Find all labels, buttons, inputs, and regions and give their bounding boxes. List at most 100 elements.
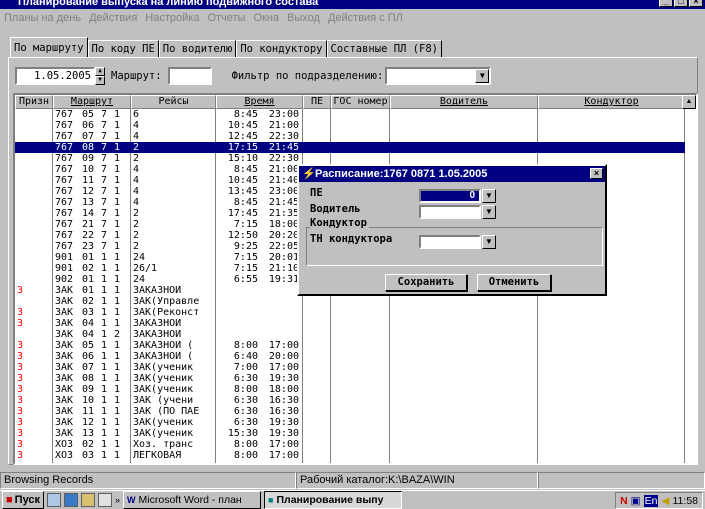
cell-t1 (218, 318, 258, 329)
minimize-button[interactable]: _ (659, 0, 673, 7)
cell-trip: ЗАК(ученик (133, 428, 194, 439)
browser-icon[interactable] (64, 493, 79, 507)
menu-pl-actions[interactable]: Действия с ПЛ (328, 9, 403, 27)
date-spinner[interactable]: ▲ ▼ (95, 67, 105, 85)
table-row[interactable]: З ХОЗ 03 1 1 ЛЕГКОВАЯ 8:00 17:00 (15, 450, 685, 461)
pe-dropdown-icon[interactable]: ▼ (482, 189, 496, 203)
menu-actions[interactable]: Действия (89, 9, 137, 27)
cell-r1: 767 (55, 219, 74, 230)
language-indicator[interactable]: En (643, 494, 659, 507)
tab-by-route[interactable]: По маршруту (10, 37, 88, 58)
col-time[interactable]: Время (216, 95, 303, 109)
driver-dropdown-icon[interactable]: ▼ (482, 205, 496, 219)
cancel-button[interactable]: Отменить (477, 274, 551, 291)
mail-icon[interactable] (81, 493, 96, 507)
cell-trip: 24 (133, 252, 146, 263)
close-button[interactable]: × (689, 0, 703, 7)
table-row[interactable]: 767 07 7 1 4 12:45 22:30 (15, 131, 685, 142)
cell-t2 (261, 318, 299, 329)
task-planning[interactable]: ■ Планирование выпу (264, 491, 403, 509)
cell-trip: 4 (133, 175, 140, 186)
cell-r1: 902 (55, 274, 74, 285)
table-row[interactable]: З ЗАК 06 1 1 ЗАКАЗНОЙ (6:40 20:00 (15, 351, 685, 362)
table-row[interactable]: З ЗАК 04 1 1 ЗАКАЗНОЙ (15, 318, 685, 329)
cell-r3: 7 (101, 175, 108, 186)
cell-r2: 06 (82, 351, 95, 362)
tab-composite-pl[interactable]: Составные ПЛ (F8) (326, 40, 442, 58)
cell-r3: 1 (101, 318, 108, 329)
menu-windows[interactable]: Окна (253, 9, 279, 27)
network-icon[interactable]: ▣ (631, 495, 641, 507)
col-driver[interactable]: Водитель (390, 95, 538, 109)
table-row[interactable]: 767 08 7 1 2 17:15 21:45 (15, 142, 685, 153)
desktop-icon[interactable] (47, 493, 62, 507)
antivirus-icon[interactable]: N (620, 495, 628, 507)
table-row[interactable]: З ЗАК 11 1 1 ЗАК (ПО ПАЕ 6:30 16:30 (15, 406, 685, 417)
cell-t1: 13:45 (227, 186, 258, 197)
table-row[interactable]: З ЗАК 13 1 1 ЗАК(ученик 15:30 19:30 (15, 428, 685, 439)
table-row[interactable]: З ЗАК 03 1 1 ЗАК(Реконст (15, 307, 685, 318)
table-row[interactable]: З ЗАК 10 1 1 ЗАК (учени 6:30 16:30 (15, 395, 685, 406)
cell-p (17, 120, 51, 131)
menu-plans[interactable]: Планы на день (4, 9, 81, 27)
more-icon[interactable]: » (115, 495, 120, 505)
cell-t2: 18:00 (268, 219, 299, 230)
window-icon[interactable] (98, 493, 113, 507)
table-row[interactable]: З ЗАК 05 1 1 ЗАКАЗНОЙ (8:00 17:00 (15, 340, 685, 351)
tn-dropdown-icon[interactable]: ▼ (482, 235, 496, 249)
start-button[interactable]: ■ Пуск (2, 491, 45, 509)
cell-t1: 7:15 (233, 252, 258, 263)
cell-r1: ЗАК (55, 384, 74, 395)
maximize-button[interactable]: □ (674, 0, 688, 7)
date-input[interactable]: 1.05.2005 (15, 67, 95, 85)
col-trips[interactable]: Рейсы (131, 95, 216, 109)
col-pe[interactable]: ПЕ (303, 95, 331, 109)
table-row[interactable]: ЗАК 02 1 1 ЗАК(Управле (15, 296, 685, 307)
tab-by-pe-code[interactable]: По коду ПЕ (87, 40, 159, 58)
cell-r2: 01 (82, 274, 95, 285)
cell-r2: 11 (82, 406, 95, 417)
pe-input[interactable]: 0 (419, 189, 481, 203)
table-row[interactable]: З ЗАК 09 1 1 ЗАК(ученик 8:00 18:00 (15, 384, 685, 395)
table-row[interactable]: 767 05 7 1 6 8:45 23:00 (15, 109, 685, 120)
cell-r2: 12 (82, 417, 95, 428)
menu-exit[interactable]: Выход (287, 9, 320, 27)
table-row[interactable]: ЗАК 04 1 2 ЗАКАЗНОЙ (15, 329, 685, 340)
grid-header: Призн Маршрут Рейсы Время ПЕ ГОС номер В… (15, 95, 696, 109)
menu-settings[interactable]: Настройка (145, 9, 199, 27)
cell-r3: 1 (101, 274, 108, 285)
tn-conductor-input[interactable] (419, 235, 481, 249)
table-row[interactable]: 767 06 7 1 4 10:45 21:00 (15, 120, 685, 131)
cell-trip: ЛЕГКОВАЯ (133, 450, 182, 461)
cell-trip: 4 (133, 164, 140, 175)
col-conductor[interactable]: Кондуктор (538, 95, 685, 109)
driver-input[interactable] (419, 205, 481, 219)
cell-r2: 23 (82, 241, 95, 252)
cell-t2: 16:30 (268, 395, 299, 406)
spin-up-icon[interactable]: ▲ (95, 67, 105, 76)
task-word[interactable]: W Microsoft Word - план (123, 491, 262, 509)
col-priznak[interactable]: Призн (15, 95, 53, 109)
table-row[interactable]: З ЗАК 07 1 1 ЗАК(ученик 7:00 17:00 (15, 362, 685, 373)
col-gos-number[interactable]: ГОС номер (331, 95, 390, 109)
scroll-up-icon[interactable]: ▲ (682, 95, 696, 109)
chevron-down-icon[interactable]: ▼ (475, 69, 490, 83)
table-row[interactable]: 767 09 7 1 2 15:10 22:30 (15, 153, 685, 164)
cell-r3: 1 (101, 307, 108, 318)
route-input[interactable] (167, 67, 212, 85)
dialog-close-button[interactable]: × (590, 168, 603, 179)
cell-t2: 17:00 (268, 340, 299, 351)
table-row[interactable]: З ХОЗ 02 1 1 Хоз. транс 8:00 17:00 (15, 439, 685, 450)
volume-icon[interactable]: ◀ (661, 495, 669, 507)
cell-r2: 07 (82, 131, 95, 142)
table-row[interactable]: З ЗАК 12 1 1 ЗАК(ученик 6:30 19:30 (15, 417, 685, 428)
division-select[interactable]: ▼ (385, 67, 492, 85)
tab-by-conductor[interactable]: По кондуктору (236, 40, 327, 58)
menubar: Планы на день Действия Настройка Отчеты … (0, 9, 705, 27)
menu-reports[interactable]: Отчеты (207, 9, 245, 27)
spin-down-icon[interactable]: ▼ (95, 76, 105, 85)
table-row[interactable]: З ЗАК 08 1 1 ЗАК(ученик 6:30 19:30 (15, 373, 685, 384)
save-button[interactable]: Сохранить (385, 274, 467, 291)
tab-by-driver[interactable]: По водителю (158, 40, 237, 58)
col-route[interactable]: Маршрут (53, 95, 131, 109)
